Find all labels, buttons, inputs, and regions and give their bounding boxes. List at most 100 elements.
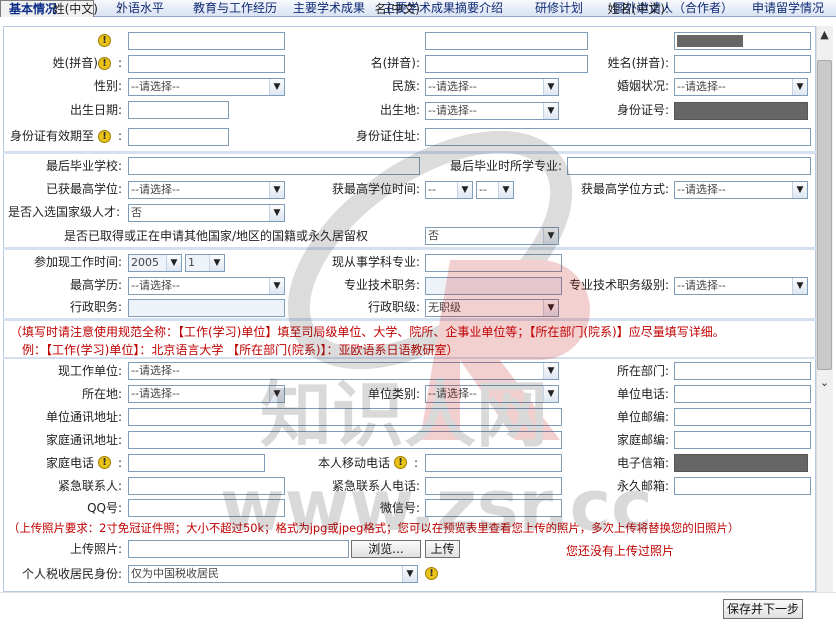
work-year-select[interactable]: 2005 ▼ — [128, 254, 182, 272]
foreign-residency-select[interactable]: 否 ▼ — [425, 227, 559, 245]
ethnicity-select[interactable]: --请选择-- ▼ — [425, 78, 559, 96]
section-divider — [3, 151, 816, 154]
highest-degree-select[interactable]: --请选择-- ▼ — [128, 181, 285, 199]
gender-label: 性别: — [93, 79, 122, 93]
scroll-up-icon[interactable]: ▲ — [817, 28, 832, 42]
id-address-input[interactable] — [425, 128, 811, 146]
tax-status-select[interactable]: 仅为中国税收居民 ▼ — [128, 565, 418, 583]
info-icon[interactable]: ! — [98, 34, 111, 47]
id-number-input[interactable] — [674, 102, 808, 120]
unit-zip-label: 单位邮编: — [616, 410, 669, 424]
ethnicity-label: 民族: — [391, 79, 420, 93]
work-unit-select[interactable]: --请选择-- ▼ — [128, 362, 559, 380]
info-icon[interactable]: ! — [98, 57, 111, 70]
birth-place-select[interactable]: --请选择-- ▼ — [425, 102, 559, 120]
location-select[interactable]: --请选择-- ▼ — [128, 385, 285, 403]
last-school-input[interactable] — [128, 157, 420, 175]
department-label: 所在部门: — [616, 364, 669, 378]
degree-time-label: 获最高学位时间: — [331, 182, 420, 196]
wechat-label: 微信号: — [379, 501, 420, 515]
birth-place-label: 出生地: — [379, 103, 420, 117]
info-icon[interactable]: ! — [98, 456, 111, 469]
notice-example: 例：【工作(学习)单位】：北京语言大学 【所在部门(院系)】：亚欧语系日语教研室… — [22, 343, 459, 357]
emergency-contact-input[interactable] — [128, 477, 285, 495]
gender-select[interactable]: --请选择-- ▼ — [128, 78, 285, 96]
save-next-button[interactable]: 保存并下一步 — [723, 599, 803, 619]
highest-degree-label: 已获最高学位: — [45, 182, 122, 196]
surname-cn-label: 姓(中文) — [52, 2, 98, 16]
tab-foreign-language[interactable]: 外语水平 — [116, 0, 164, 17]
info-icon[interactable]: ! — [425, 567, 438, 580]
tax-status-label: 个人税收居民身份: — [21, 567, 122, 581]
home-address-input[interactable] — [128, 431, 562, 449]
unit-type-label: 单位类别: — [367, 387, 420, 401]
unit-address-label: 单位通讯地址: — [45, 410, 122, 424]
id-valid-input[interactable] — [128, 128, 229, 146]
admin-title-input[interactable] — [128, 299, 285, 317]
tab-study-abroad[interactable]: 申请留学情况 — [752, 0, 824, 17]
marital-select[interactable]: --请选择-- ▼ — [674, 78, 808, 96]
unit-phone-label: 单位电话: — [616, 387, 669, 401]
degree-year-select[interactable]: -- ▼ — [425, 181, 473, 199]
last-major-label: 最后毕业时所学专业: — [449, 159, 562, 173]
name-py-input[interactable] — [425, 55, 588, 73]
surname-py-input[interactable] — [128, 55, 285, 73]
tab-education-work[interactable]: 教育与工作经历 — [193, 0, 277, 17]
national-talent-label: 是否入选国家级人才: — [8, 205, 121, 219]
section-divider — [3, 247, 816, 250]
id-valid-label: 身份证有效期至 — [9, 129, 94, 143]
home-zip-input[interactable] — [674, 431, 811, 449]
degree-month-select[interactable]: -- ▼ — [476, 181, 514, 199]
degree-method-label: 获最高学位方式: — [580, 182, 669, 196]
tech-level-label: 专业技术职务级别: — [568, 278, 669, 292]
fullname-cn-input[interactable] — [674, 32, 811, 50]
scroll-down-icon[interactable]: ⌄ — [817, 376, 832, 390]
perm-zip-input[interactable] — [674, 477, 811, 495]
last-major-input[interactable] — [567, 157, 811, 175]
education-label: 最高学历: — [69, 278, 122, 292]
fullname-py-input[interactable] — [674, 55, 811, 73]
upload-button[interactable]: 上传 — [425, 540, 460, 558]
home-phone-input[interactable] — [128, 454, 265, 472]
education-select[interactable]: --请选择-- ▼ — [128, 277, 285, 295]
tech-level-select[interactable]: --请选择-- ▼ — [674, 277, 808, 295]
unit-phone-input[interactable] — [674, 385, 811, 403]
surname-py-label: 姓(拼音) — [52, 56, 98, 70]
unit-type-select[interactable]: --请选择-- ▼ — [425, 385, 559, 403]
birth-date-input[interactable] — [128, 101, 229, 119]
emergency-contact-label: 紧急联系人: — [57, 479, 122, 493]
tech-title-label: 专业技术职务: — [343, 278, 420, 292]
qq-label: QQ号: — [87, 501, 122, 515]
marital-label: 婚姻状况: — [616, 79, 669, 93]
surname-cn-input[interactable] — [128, 32, 285, 50]
degree-method-select[interactable]: --请选择-- ▼ — [674, 181, 808, 199]
unit-address-input[interactable] — [128, 408, 562, 426]
email-input[interactable] — [674, 454, 808, 472]
work-unit-label: 现工作单位: — [57, 364, 122, 378]
wechat-input[interactable] — [425, 499, 562, 517]
department-input[interactable] — [674, 362, 811, 380]
photo-label: 上传照片: — [69, 542, 122, 556]
name-cn-label: 名(中文) — [374, 2, 420, 16]
qq-input[interactable] — [128, 499, 285, 517]
national-talent-select[interactable]: 否 ▼ — [128, 204, 285, 222]
tab-study-plan[interactable]: 研修计划 — [535, 0, 583, 17]
current-field-input[interactable] — [425, 254, 562, 272]
info-icon[interactable]: ! — [394, 456, 407, 469]
id-number-label: 身份证号: — [616, 103, 669, 117]
work-month-select[interactable]: 1 ▼ — [185, 254, 225, 272]
unit-zip-input[interactable] — [674, 408, 811, 426]
scrollbar-thumb[interactable] — [817, 60, 832, 370]
tech-title-input[interactable] — [425, 277, 562, 295]
last-school-label: 最后毕业学校: — [45, 159, 122, 173]
perm-zip-label: 永久邮箱: — [616, 479, 669, 493]
browse-button[interactable]: 浏览... — [351, 540, 421, 558]
admin-level-select[interactable]: 无职级 ▼ — [425, 299, 559, 317]
email-label: 电子信箱: — [616, 456, 669, 470]
footer-bar — [0, 592, 836, 627]
info-icon[interactable]: ! — [98, 130, 111, 143]
photo-path-input[interactable] — [128, 540, 349, 558]
mobile-input[interactable] — [425, 454, 562, 472]
emergency-phone-input[interactable] — [425, 477, 562, 495]
name-cn-input[interactable] — [425, 32, 588, 50]
